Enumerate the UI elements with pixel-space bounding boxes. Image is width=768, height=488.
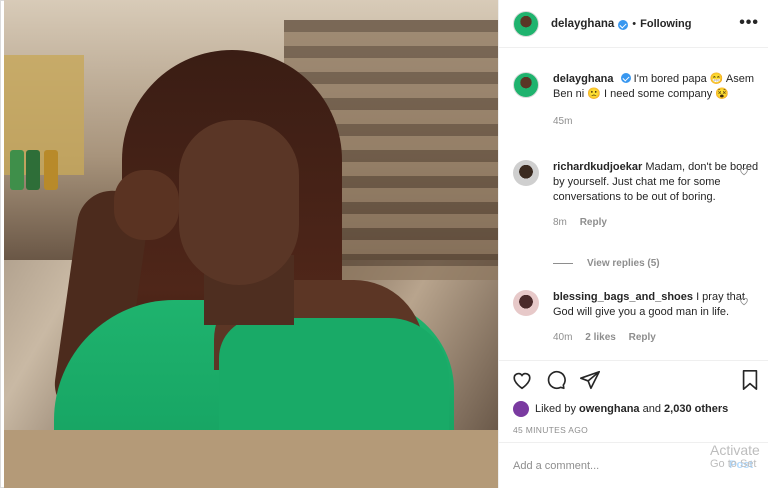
comment-body: blessing_bags_and_shoes I pray that God … xyxy=(553,290,759,320)
reply-button[interactable]: Reply xyxy=(580,217,607,228)
comments-list[interactable]: delayghana I'm bored papa 😁 Asem Ben ni … xyxy=(499,48,768,360)
comment-time: 40m xyxy=(553,332,573,343)
separator-dot: • xyxy=(632,17,637,30)
watermark-line1: Activate xyxy=(710,442,760,458)
comment-body: richardkudjoekar Madam, don't be bored b… xyxy=(553,160,759,205)
more-icon[interactable]: ••• xyxy=(739,14,759,32)
caption-time: 45m xyxy=(553,116,573,127)
liked-by-user[interactable]: owenghana xyxy=(579,403,640,415)
comment-item: richardkudjoekar Madam, don't be bored b… xyxy=(513,160,759,228)
caption-username[interactable]: delayghana xyxy=(553,73,614,85)
liked-by-connector: and xyxy=(642,403,661,415)
post-panel: delayghana • Following ••• delayghana I'… xyxy=(498,0,768,488)
bookmark-icon[interactable] xyxy=(739,369,761,391)
caption-avatar[interactable] xyxy=(513,72,539,98)
liked-by-prefix: Liked by xyxy=(535,403,576,415)
share-icon[interactable] xyxy=(579,369,601,391)
caption: delayghana I'm bored papa 😁 Asem Ben ni … xyxy=(513,72,759,127)
comment-like-icon[interactable] xyxy=(739,166,749,176)
reply-button[interactable]: Reply xyxy=(629,332,656,343)
comment-like-icon[interactable] xyxy=(739,296,749,306)
verified-icon xyxy=(620,73,631,83)
heart-icon[interactable] xyxy=(511,369,533,391)
post-timestamp[interactable]: 45 MINUTES AGO xyxy=(513,425,588,435)
post-actions: Liked by owenghana and 2,030 others 45 M… xyxy=(499,360,768,442)
view-replies-button[interactable]: View replies (5) xyxy=(553,258,660,269)
comment-icon[interactable] xyxy=(545,369,567,391)
comment-time: 8m xyxy=(553,217,567,228)
caption-meta: 45m xyxy=(553,116,759,127)
comment-likes[interactable]: 2 likes xyxy=(585,332,616,343)
post-photo[interactable] xyxy=(4,0,498,488)
photo-bottle xyxy=(44,150,58,190)
view-replies-line xyxy=(553,263,573,264)
comment-meta: 8m Reply xyxy=(553,217,759,228)
caption-body: delayghana I'm bored papa 😁 Asem Ben ni … xyxy=(553,72,759,102)
photo-bottle xyxy=(26,150,40,190)
watermark-line2: Go to Set xyxy=(710,458,757,470)
author-avatar[interactable] xyxy=(513,10,539,37)
comment-username[interactable]: richardkudjoekar xyxy=(553,161,642,173)
comment-item: blessing_bags_and_shoes I pray that God … xyxy=(513,290,759,343)
action-icons xyxy=(511,369,601,391)
commenter-avatar[interactable] xyxy=(513,160,539,186)
liked-by-others[interactable]: 2,030 others xyxy=(664,403,728,415)
comment-input[interactable] xyxy=(513,459,683,472)
commenter-avatar[interactable] xyxy=(513,290,539,316)
verified-icon xyxy=(618,19,629,30)
liked-by: Liked by owenghana and 2,030 others xyxy=(513,401,728,417)
photo-hand xyxy=(114,170,179,240)
author-username[interactable]: delayghana xyxy=(551,18,614,30)
following-button[interactable]: Following xyxy=(640,18,691,30)
comment-meta: 40m 2 likes Reply xyxy=(553,332,759,343)
photo-face xyxy=(179,120,299,285)
photo-bottle xyxy=(10,150,24,190)
view-replies-label: View replies (5) xyxy=(587,258,660,269)
liker-avatar[interactable] xyxy=(513,401,529,417)
photo-table xyxy=(4,430,498,488)
post-header: delayghana • Following ••• xyxy=(499,0,768,48)
comment-username[interactable]: blessing_bags_and_shoes xyxy=(553,291,693,303)
activation-watermark: Activate Go to Set xyxy=(710,442,768,471)
